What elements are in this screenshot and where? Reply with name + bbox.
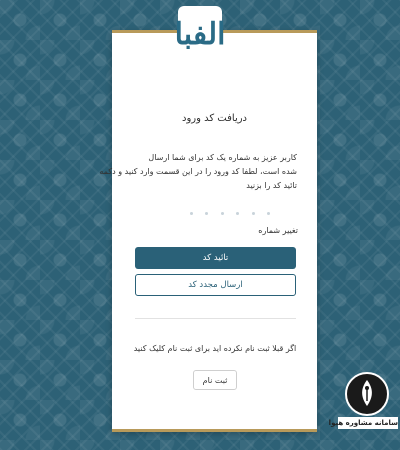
pen-nib-icon [345,372,389,416]
code-input-dots[interactable] [190,212,270,216]
instruction-text: کاربر عزیز به شماره یک کد برای شما ارسال… [99,151,297,193]
divider [135,318,296,319]
page-title: دریافت کد ورود [181,113,248,124]
confirm-code-button[interactable]: تائید کد [135,247,296,269]
alefba-logo: الفبا [174,17,228,52]
logo-badge: الفبا [175,6,227,64]
instruction-line: شده است، لطفا کد ورود را در این قسمت وار… [99,167,297,176]
register-button[interactable]: ثبت نام [193,370,237,390]
watermark: سامانه مشاوره هپوا [328,372,398,448]
instruction-line: کاربر عزیز به شماره یک کد برای شما ارسال [148,153,297,162]
change-number-link[interactable]: تغییر شماره [200,226,298,235]
resend-code-button[interactable]: ارسال مجدد کد [135,274,296,296]
register-prompt: اگر قبلا ثبت نام نکرده اید برای ثبت نام … [133,344,297,353]
instruction-line: تائید کد را بزنید [246,181,297,190]
watermark-text: سامانه مشاوره هپوا [328,417,398,429]
